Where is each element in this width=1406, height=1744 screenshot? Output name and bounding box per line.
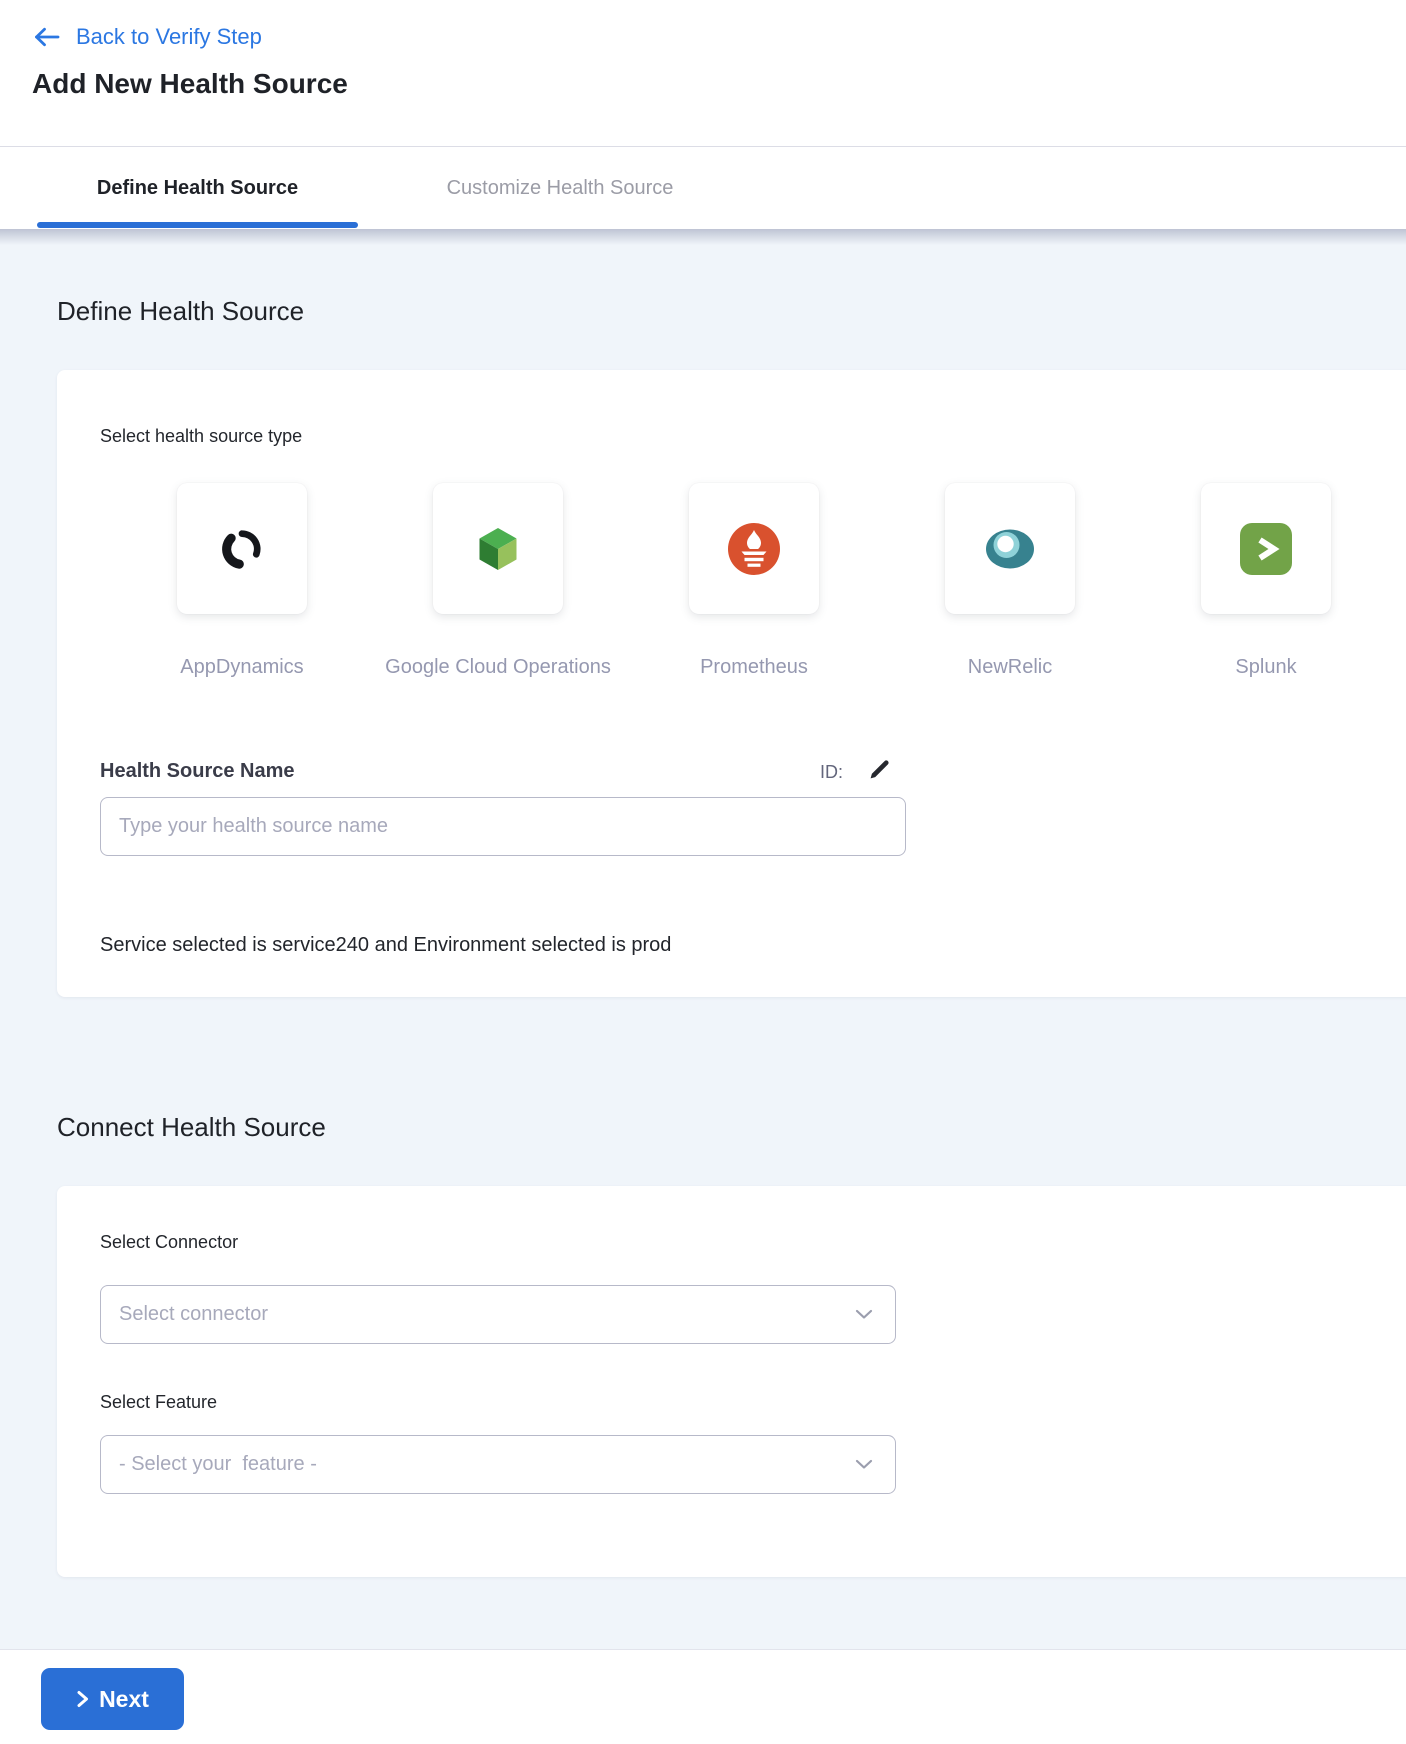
service-environment-note: Service selected is service240 and Envir…	[100, 934, 671, 957]
connector-select[interactable]: Select connector	[100, 1285, 896, 1344]
connect-health-source-card	[57, 1186, 1406, 1577]
select-feature-label: Select Feature	[100, 1392, 217, 1413]
feature-select-placeholder: - Select your feature -	[119, 1453, 317, 1476]
tab-customize-health-source[interactable]: Customize Health Source	[372, 147, 748, 229]
define-section-heading: Define Health Source	[57, 296, 304, 327]
chevron-right-icon	[76, 1690, 89, 1708]
id-label: ID:	[820, 762, 843, 783]
source-type-label-newrelic: NewRelic	[882, 656, 1138, 679]
source-type-label-appdynamics: AppDynamics	[114, 656, 370, 679]
select-connector-label: Select Connector	[100, 1232, 238, 1253]
prometheus-icon	[728, 523, 780, 575]
tab-define-health-source[interactable]: Define Health Source	[37, 147, 358, 229]
source-type-label-google-cloud-operations: Google Cloud Operations	[370, 656, 626, 679]
source-type-label-prometheus: Prometheus	[626, 656, 882, 679]
appdynamics-icon	[219, 526, 265, 572]
connector-select-placeholder: Select connector	[119, 1303, 268, 1326]
add-health-source-page: Back to Verify Step Add New Health Sourc…	[0, 0, 1406, 1744]
back-arrow-icon	[33, 27, 60, 47]
feature-select[interactable]: - Select your feature -	[100, 1435, 896, 1494]
chevron-down-icon	[855, 1309, 873, 1320]
next-button-label: Next	[99, 1686, 149, 1713]
source-type-newrelic[interactable]	[945, 483, 1075, 614]
source-type-splunk[interactable]	[1201, 483, 1331, 614]
connect-section-heading: Connect Health Source	[57, 1112, 326, 1143]
next-button[interactable]: Next	[41, 1668, 184, 1730]
page-title: Add New Health Source	[32, 68, 348, 100]
footer-bar: Next	[0, 1650, 1406, 1744]
source-type-appdynamics[interactable]	[177, 483, 307, 614]
back-link[interactable]: Back to Verify Step	[33, 24, 262, 50]
splunk-icon	[1240, 523, 1292, 575]
tab-customize-label: Customize Health Source	[447, 177, 674, 200]
back-link-label: Back to Verify Step	[76, 24, 262, 50]
define-health-source-card	[57, 370, 1406, 997]
tab-bar: Define Health Source Customize Health So…	[0, 147, 1406, 229]
source-type-label-splunk: Splunk	[1138, 656, 1394, 679]
health-source-name-input[interactable]	[100, 797, 906, 856]
google-cloud-operations-icon	[474, 525, 522, 573]
source-type-google-cloud-operations[interactable]	[433, 483, 563, 614]
active-tab-underline	[37, 222, 358, 228]
health-source-name-label: Health Source Name	[100, 760, 295, 783]
source-type-prometheus[interactable]	[689, 483, 819, 614]
newrelic-icon	[985, 527, 1035, 571]
chevron-down-icon	[855, 1459, 873, 1470]
tab-define-label: Define Health Source	[97, 177, 298, 200]
select-health-source-type-label: Select health source type	[100, 426, 302, 447]
edit-id-pencil-icon[interactable]	[868, 757, 892, 786]
